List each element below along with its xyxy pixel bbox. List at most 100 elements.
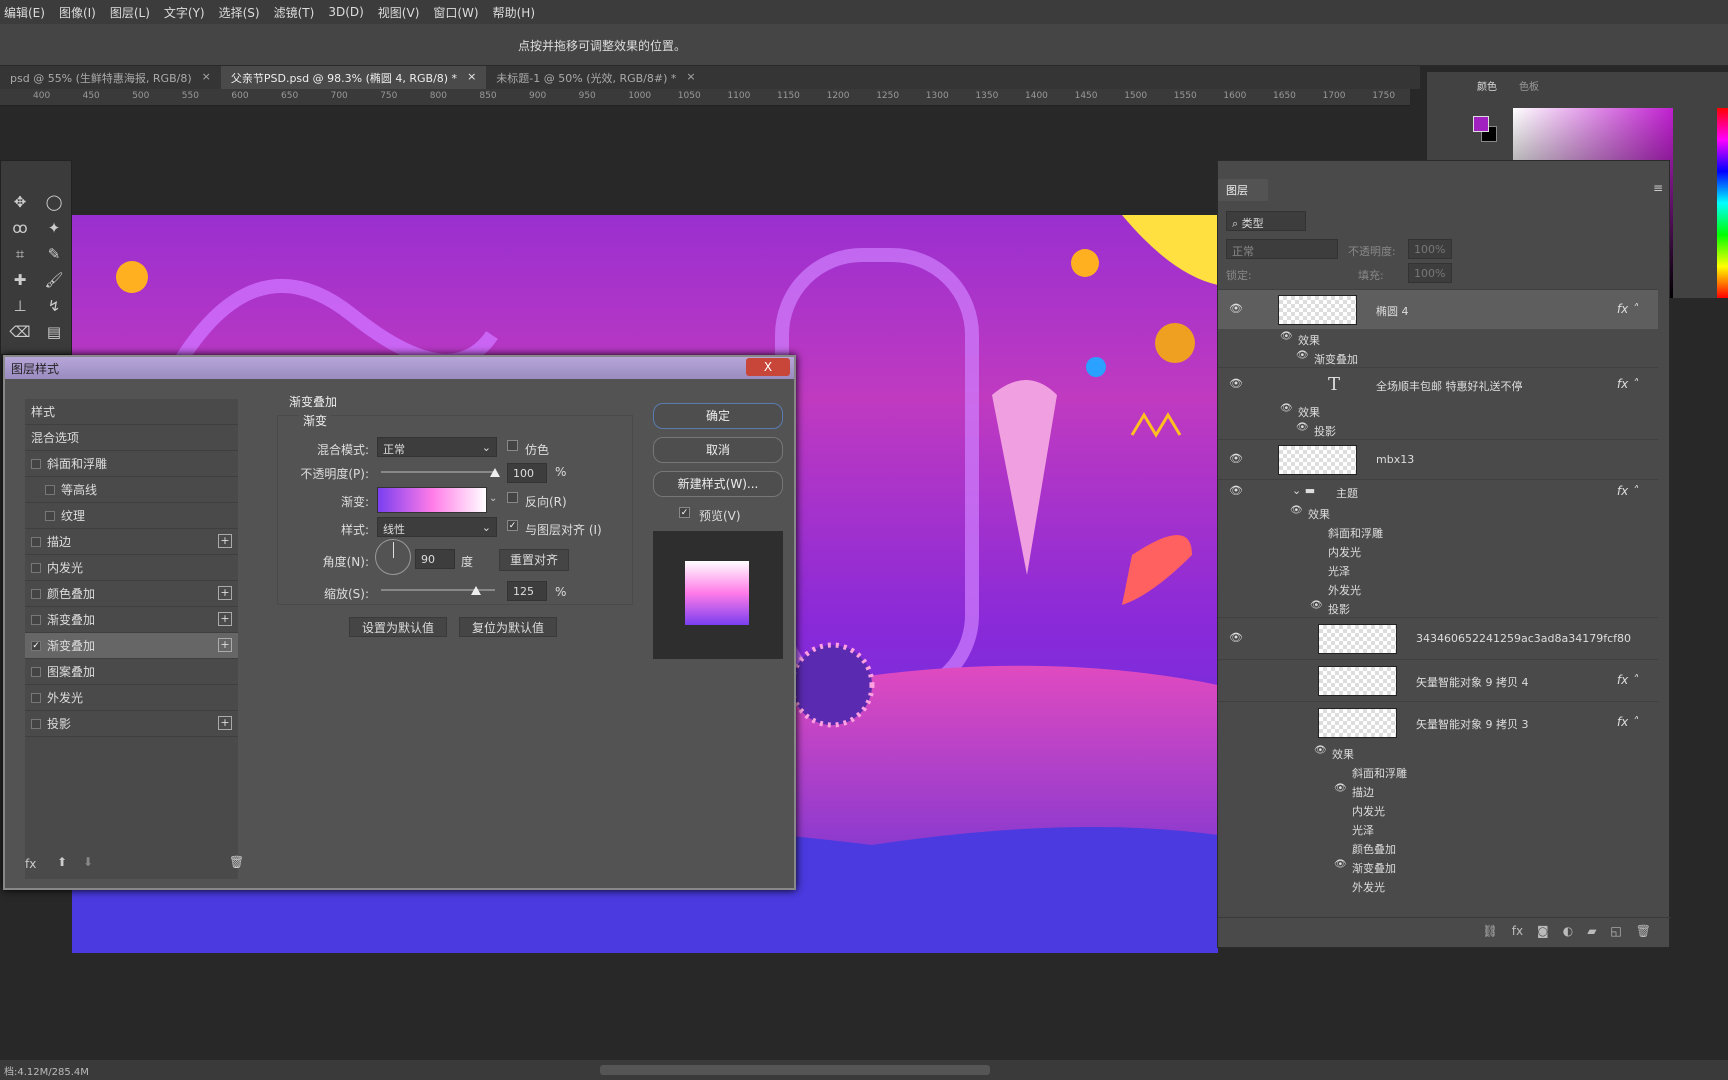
opacity-slider-thumb[interactable] xyxy=(490,468,500,477)
style-item[interactable]: 纹理 xyxy=(25,503,238,529)
layer-effect-row[interactable]: 内发光 xyxy=(1218,541,1658,560)
magic-wand-icon[interactable]: ✦ xyxy=(43,217,65,239)
effect-eye-icon[interactable]: 👁 xyxy=(1334,783,1347,794)
effect-eye-icon[interactable]: 👁 xyxy=(1334,859,1347,870)
filter-kind-select[interactable]: ⌕ 类型 xyxy=(1226,211,1306,231)
foreground-color-swatch[interactable] xyxy=(1473,116,1489,132)
close-icon[interactable]: × xyxy=(467,70,476,85)
style-checkbox[interactable]: ✓ xyxy=(31,640,41,651)
effect-eye-icon[interactable]: 👁 xyxy=(1310,600,1323,611)
layer-effect-row[interactable]: 光泽 xyxy=(1218,819,1658,838)
menu-item[interactable]: 图像(I) xyxy=(59,4,96,21)
add-style-icon[interactable]: + xyxy=(218,612,232,626)
layer-effect-row[interactable]: 光泽 xyxy=(1218,560,1658,579)
effect-eye-icon[interactable]: 👁 xyxy=(1290,505,1303,516)
delete-icon[interactable]: 🗑 xyxy=(229,855,244,869)
fx-icon[interactable]: fx ˄ xyxy=(1617,715,1638,729)
menu-item[interactable]: 视图(V) xyxy=(378,4,420,21)
blend-mode-select[interactable]: 正常 xyxy=(1226,239,1338,259)
style-item[interactable]: 颜色叠加 + xyxy=(25,581,238,607)
folder-icon[interactable]: ▰ xyxy=(1587,924,1596,941)
layer-effect-row[interactable]: 👁 描边 xyxy=(1218,781,1658,800)
new-layer-icon[interactable]: ◱ xyxy=(1610,924,1621,941)
scale-slider-thumb[interactable] xyxy=(471,586,481,595)
visibility-eye-icon[interactable]: 👁 xyxy=(1229,452,1243,465)
healing-brush-icon[interactable]: ✚ xyxy=(9,269,31,291)
layer-row[interactable]: 👁 343460652241259ac3ad8a34179fcf80 xyxy=(1218,617,1658,659)
hue-slider[interactable] xyxy=(1717,108,1728,298)
menu-item[interactable]: 文字(Y) xyxy=(164,4,205,21)
layer-effect-row[interactable]: 👁 投影 xyxy=(1218,420,1658,439)
style-checkbox[interactable] xyxy=(31,666,41,677)
document-tab[interactable]: 父亲节PSD.psd @ 98.3% (椭圆 4, RGB/8) * × xyxy=(220,66,487,89)
style-checkbox[interactable] xyxy=(31,562,41,573)
layer-effect-row[interactable]: 👁 效果 xyxy=(1218,329,1658,348)
layer-effect-row[interactable]: 外发光 xyxy=(1218,876,1658,895)
move-up-icon[interactable]: ⬆ xyxy=(57,855,67,869)
reset-align-button[interactable]: 重置对齐 xyxy=(499,549,569,571)
visibility-eye-icon[interactable]: 👁 xyxy=(1229,631,1243,644)
style-checkbox[interactable] xyxy=(31,536,41,547)
gradient-swatch[interactable] xyxy=(377,487,487,513)
visibility-eye-icon[interactable]: 👁 xyxy=(1229,302,1243,315)
angle-dial[interactable] xyxy=(375,539,411,575)
style-item[interactable]: 内发光 xyxy=(25,555,238,581)
fx-icon[interactable]: fx ˄ xyxy=(1617,377,1638,391)
layer-effect-row[interactable]: 颜色叠加 xyxy=(1218,838,1658,857)
fx-icon[interactable]: fx ˄ xyxy=(1617,302,1638,316)
layer-effect-row[interactable]: 斜面和浮雕 xyxy=(1218,522,1658,541)
gradient-tool-icon[interactable]: ▤ xyxy=(43,321,65,343)
adjustment-icon[interactable]: ◐ xyxy=(1563,924,1573,941)
style-checkbox[interactable] xyxy=(31,718,41,729)
style-checkbox[interactable] xyxy=(31,614,41,625)
add-style-icon[interactable]: + xyxy=(218,638,232,652)
folder-icon[interactable]: ⌄ ▬ xyxy=(1292,484,1315,497)
move-tool-icon[interactable]: ✥ xyxy=(9,191,31,213)
ellipse-marquee-icon[interactable]: ◯ xyxy=(43,191,65,213)
effect-eye-icon[interactable]: 👁 xyxy=(1280,331,1293,342)
make-default-button[interactable]: 设置为默认值 xyxy=(349,617,447,637)
add-style-icon[interactable]: + xyxy=(218,534,232,548)
style-item[interactable]: 样式 xyxy=(25,399,238,425)
style-item[interactable]: 渐变叠加 + xyxy=(25,607,238,633)
style-item[interactable]: 投影 + xyxy=(25,711,238,737)
layer-row[interactable]: 矢量智能对象 9 拷贝 4 fx ˄ xyxy=(1218,659,1658,701)
layer-row[interactable]: 矢量智能对象 9 拷贝 3 fx ˄ xyxy=(1218,701,1658,743)
style-checkbox[interactable] xyxy=(45,510,55,521)
add-style-icon[interactable]: + xyxy=(218,586,232,600)
horizontal-scrollbar[interactable] xyxy=(600,1065,990,1075)
style-checkbox[interactable] xyxy=(31,692,41,703)
eyedropper-icon[interactable]: ✎ xyxy=(43,243,65,265)
menu-item[interactable]: 图层(L) xyxy=(110,4,150,21)
opacity-input[interactable]: 100 xyxy=(507,463,547,483)
style-item[interactable]: 图案叠加 xyxy=(25,659,238,685)
layer-effect-row[interactable]: 👁 投影 xyxy=(1218,598,1658,617)
add-style-icon[interactable]: + xyxy=(218,716,232,730)
visibility-eye-icon[interactable]: 👁 xyxy=(1229,484,1243,497)
layer-effect-row[interactable]: 外发光 xyxy=(1218,579,1658,598)
fx-icon[interactable]: fx ˄ xyxy=(1617,673,1638,687)
menu-item[interactable]: 选择(S) xyxy=(219,4,260,21)
effect-eye-icon[interactable]: 👁 xyxy=(1280,403,1293,414)
cancel-button[interactable]: 取消 xyxy=(653,437,783,463)
link-icon[interactable]: ⛓ xyxy=(1482,924,1497,941)
fx-icon[interactable]: fx xyxy=(1512,924,1523,941)
layer-effect-row[interactable]: 👁 渐变叠加 xyxy=(1218,348,1658,367)
style-item[interactable]: 等高线 xyxy=(25,477,238,503)
menu-item[interactable]: 滤镜(T) xyxy=(274,4,315,21)
layer-row[interactable]: 👁 mbx13 xyxy=(1218,439,1658,479)
layer-row[interactable]: 👁 T 全场顺丰包邮 特惠好礼送不停 fx ˄ xyxy=(1218,367,1658,401)
preview-checkbox[interactable]: ✓ xyxy=(679,507,690,518)
close-icon[interactable]: × xyxy=(686,70,695,85)
mask-icon[interactable]: ◙ xyxy=(1537,924,1549,941)
style-checkbox[interactable] xyxy=(31,458,41,469)
layer-effect-row[interactable]: 👁 渐变叠加 xyxy=(1218,857,1658,876)
menu-item[interactable]: 3D(D) xyxy=(328,5,363,19)
layer-effect-row[interactable]: 👁 效果 xyxy=(1218,401,1658,420)
menu-item[interactable]: 窗口(W) xyxy=(433,4,478,21)
scale-input[interactable]: 125 xyxy=(507,581,547,601)
panel-menu-icon[interactable]: ≡ xyxy=(1653,181,1663,195)
opacity-slider[interactable] xyxy=(381,471,495,473)
close-button[interactable]: X xyxy=(746,358,790,376)
layer-effect-row[interactable]: 👁 效果 xyxy=(1218,503,1658,522)
